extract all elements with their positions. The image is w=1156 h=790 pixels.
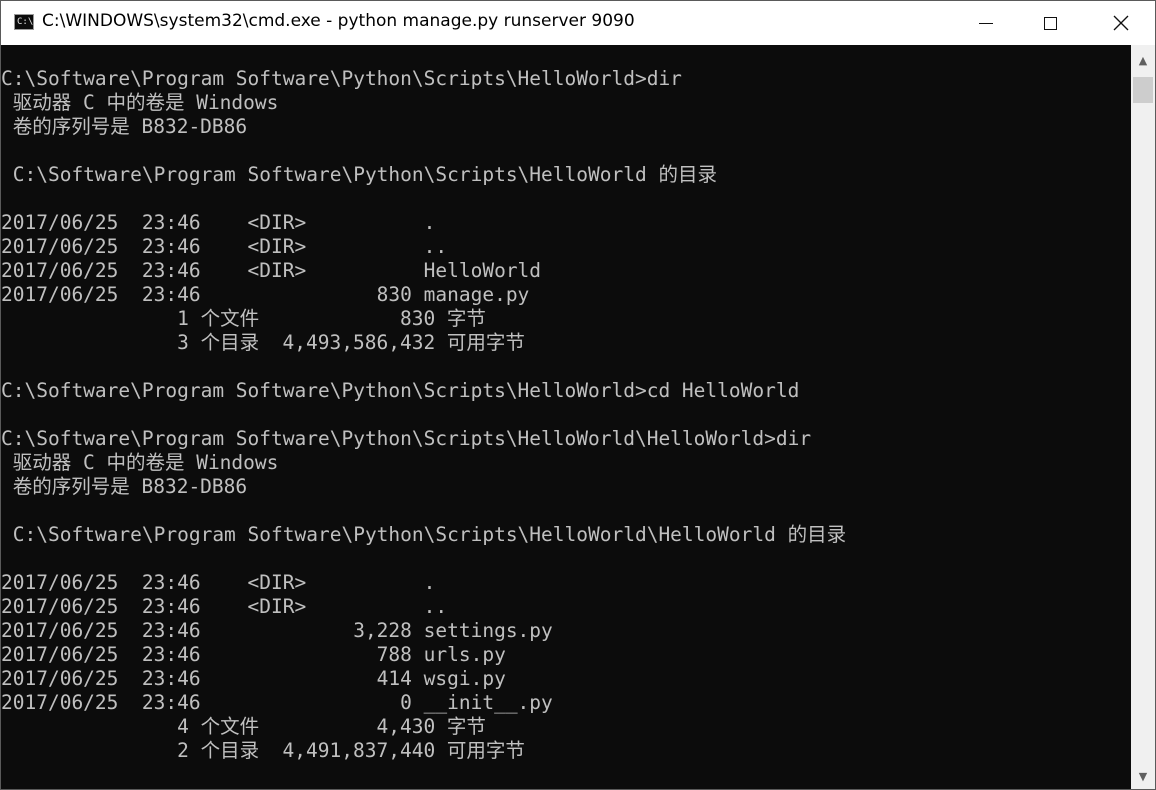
console-line: C:\Software\Program Software\Python\Scri…	[1, 523, 847, 546]
console-line: 2017/06/25 23:46 <DIR> ..	[1, 595, 448, 618]
console-line: 驱动器 C 中的卷是 Windows	[1, 91, 279, 114]
scroll-down-arrow-icon[interactable]: ▼	[1131, 767, 1155, 785]
console-line: 2017/06/25 23:46 788 urls.py	[1, 643, 506, 666]
console-line: 卷的序列号是 B832-DB86	[1, 475, 248, 498]
scrollbar-thumb[interactable]	[1133, 77, 1153, 103]
console-line: 2017/06/25 23:46 3,228 settings.py	[1, 619, 553, 642]
console-line: C:\Software\Program Software\Python\Scri…	[1, 379, 800, 402]
title-bar[interactable]: C:\ C:\WINDOWS\system32\cmd.exe - python…	[1, 1, 1155, 45]
close-button[interactable]	[1086, 1, 1155, 45]
cmd-window: C:\ C:\WINDOWS\system32\cmd.exe - python…	[0, 0, 1156, 790]
console-line: 2017/06/25 23:46 0 __init__.py	[1, 691, 553, 714]
console-output[interactable]: C:\Software\Program Software\Python\Scri…	[1, 45, 1131, 789]
console-line: 3 个目录 4,493,586,432 可用字节	[1, 331, 525, 354]
console-line: 驱动器 C 中的卷是 Windows	[1, 451, 279, 474]
vertical-scrollbar[interactable]: ▲ ▼	[1131, 45, 1155, 789]
console-line: 2 个目录 4,491,837,440 可用字节	[1, 739, 525, 762]
console-line: 1 个文件 830 字节	[1, 307, 486, 330]
minimize-icon	[978, 22, 993, 24]
console-line: 2017/06/25 23:46 830 manage.py	[1, 283, 530, 306]
console-line: 卷的序列号是 B832-DB86	[1, 115, 248, 138]
console-line: 2017/06/25 23:46 <DIR> ..	[1, 235, 448, 258]
maximize-icon	[1044, 16, 1057, 30]
cmd-app-icon[interactable]: C:\	[14, 14, 34, 30]
maximize-button[interactable]	[1016, 1, 1085, 45]
window-title: C:\WINDOWS\system32\cmd.exe - python man…	[42, 11, 635, 31]
console-line: 2017/06/25 23:46 <DIR> .	[1, 211, 436, 234]
console-line: C:\Software\Program Software\Python\Scri…	[1, 163, 717, 186]
close-icon	[1113, 15, 1128, 31]
minimize-button[interactable]	[951, 1, 1020, 45]
console-line: 2017/06/25 23:46 414 wsgi.py	[1, 667, 506, 690]
cmd-app-icon-text: C:\	[17, 17, 34, 27]
console-line: 4 个文件 4,430 字节	[1, 715, 486, 738]
console-line: C:\Software\Program Software\Python\Scri…	[1, 67, 682, 90]
console-line: 2017/06/25 23:46 <DIR> .	[1, 571, 436, 594]
scroll-up-arrow-icon[interactable]: ▲	[1131, 51, 1155, 69]
console-line: 2017/06/25 23:46 <DIR> HelloWorld	[1, 259, 542, 282]
console-line: C:\Software\Program Software\Python\Scri…	[1, 427, 812, 450]
